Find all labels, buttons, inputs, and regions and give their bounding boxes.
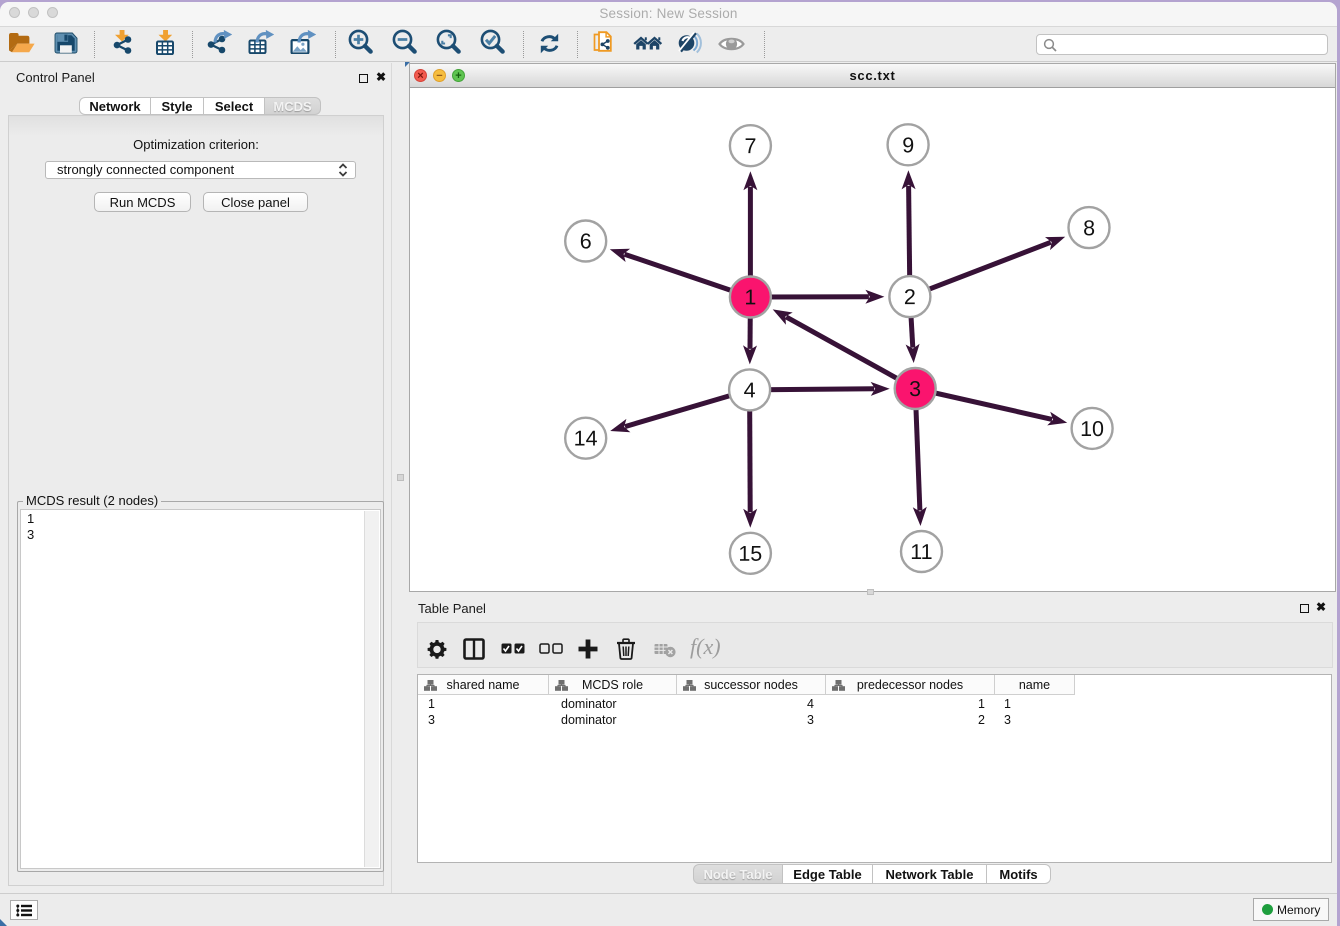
svg-text:8: 8 [1083,216,1095,240]
svg-text:11: 11 [910,540,932,564]
svg-text:10: 10 [1080,417,1104,441]
svg-text:3: 3 [909,377,921,401]
svg-text:9: 9 [902,133,914,157]
svg-text:15: 15 [738,542,762,566]
svg-text:2: 2 [904,285,916,309]
svg-text:1: 1 [744,285,756,309]
svg-text:4: 4 [744,378,756,402]
svg-text:14: 14 [574,427,598,451]
svg-text:6: 6 [580,229,592,253]
svg-text:7: 7 [745,134,757,158]
